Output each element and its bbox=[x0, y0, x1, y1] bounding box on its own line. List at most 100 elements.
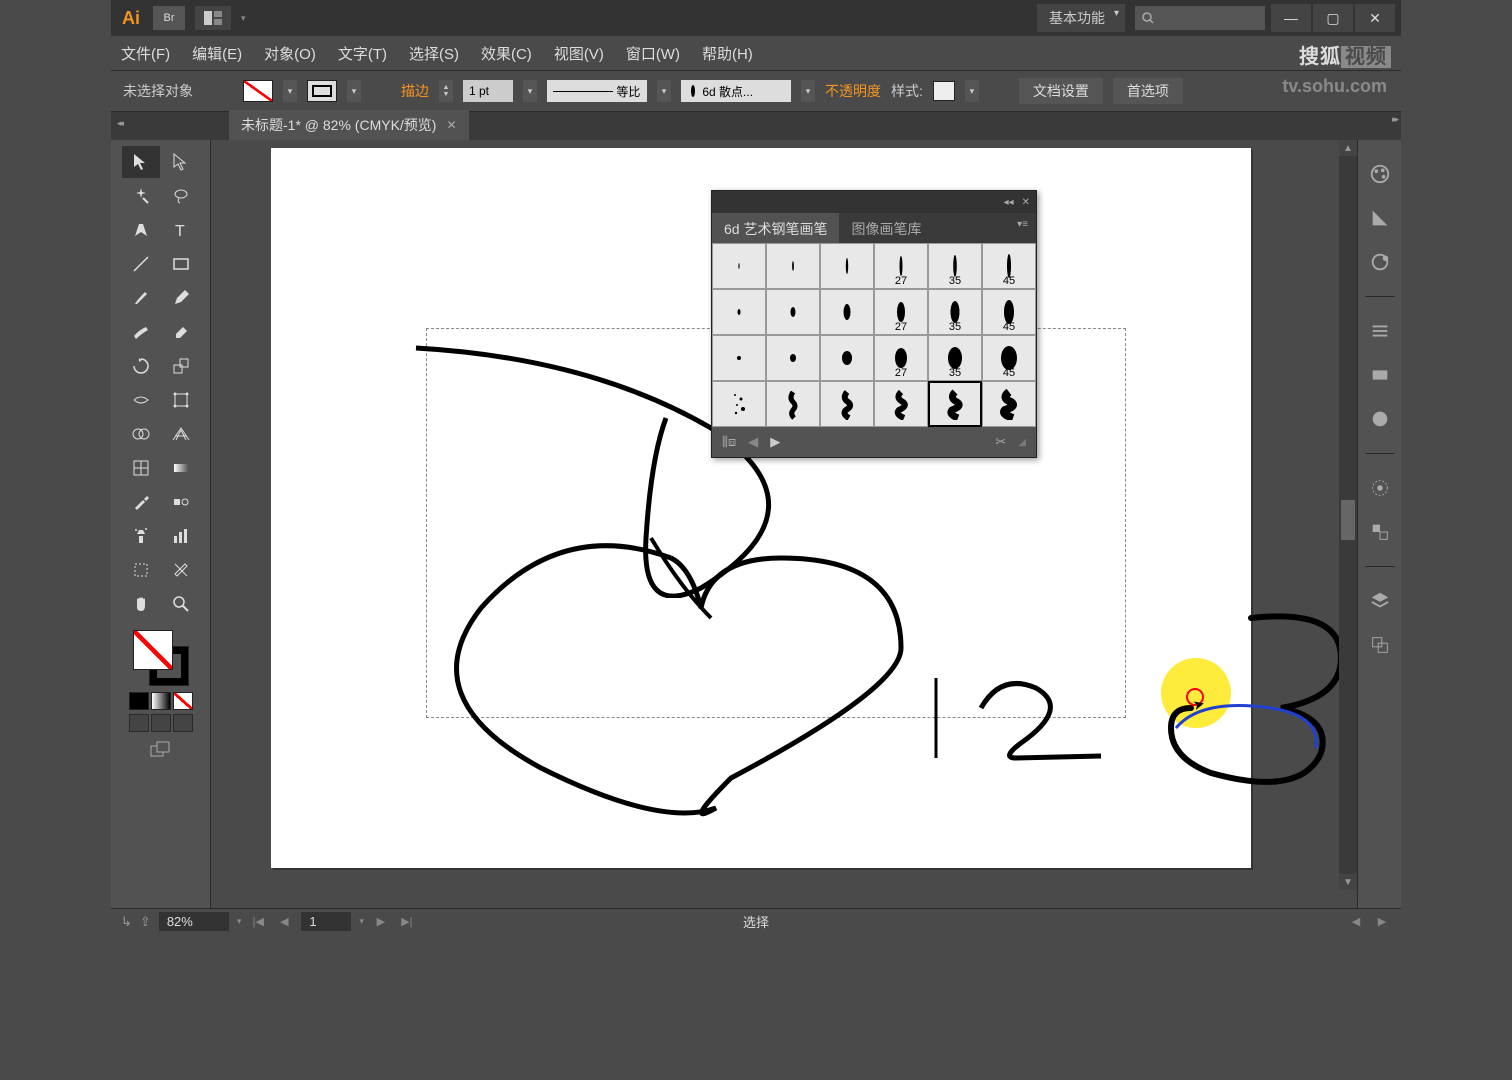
fill-dropdown[interactable]: ▾ bbox=[283, 80, 297, 102]
paintbrush-tool[interactable] bbox=[122, 282, 160, 314]
fill-swatch[interactable] bbox=[243, 80, 273, 102]
appearance-panel-icon[interactable] bbox=[1366, 474, 1394, 502]
brush-swatch[interactable] bbox=[712, 381, 766, 427]
menu-help[interactable]: 帮助(H) bbox=[702, 43, 753, 64]
scissors-icon[interactable]: ✂ bbox=[995, 434, 1006, 450]
next-lib-icon[interactable]: ▶ bbox=[770, 434, 780, 450]
menu-effect[interactable]: 效果(C) bbox=[481, 43, 532, 64]
export-icon[interactable]: ↳ bbox=[121, 914, 132, 930]
zoom-tool[interactable] bbox=[162, 588, 200, 620]
stroke-weight-stepper[interactable]: ▲▼ bbox=[439, 80, 453, 102]
eyedropper-tool[interactable] bbox=[122, 486, 160, 518]
prev-artboard-button[interactable]: ◀ bbox=[275, 913, 293, 931]
hscroll-left[interactable]: ◀ bbox=[1347, 913, 1365, 931]
pencil-tool[interactable] bbox=[162, 282, 200, 314]
color-panel-icon[interactable] bbox=[1366, 160, 1394, 188]
brush-swatch[interactable] bbox=[820, 381, 874, 427]
selection-tool[interactable] bbox=[122, 146, 160, 178]
brush-swatch[interactable] bbox=[712, 335, 766, 381]
symbol-sprayer-tool[interactable] bbox=[122, 520, 160, 552]
gradient-panel-icon[interactable] bbox=[1366, 361, 1394, 389]
menu-object[interactable]: 对象(O) bbox=[264, 43, 316, 64]
transparency-panel-icon[interactable] bbox=[1366, 405, 1394, 433]
prev-lib-icon[interactable]: ◀ bbox=[748, 434, 758, 450]
lasso-tool[interactable] bbox=[162, 180, 200, 212]
menu-select[interactable]: 选择(S) bbox=[409, 43, 459, 64]
direct-selection-tool[interactable] bbox=[162, 146, 200, 178]
screen-mode-button[interactable] bbox=[149, 740, 173, 766]
brush-swatch[interactable]: 27 bbox=[874, 335, 928, 381]
gradient-tool[interactable] bbox=[162, 452, 200, 484]
brush-tab-image-lib[interactable]: 图像画笔库 bbox=[839, 213, 933, 243]
brush-swatch[interactable]: 27 bbox=[874, 289, 928, 335]
brush-swatch[interactable]: 45 bbox=[982, 243, 1036, 289]
scroll-up-icon[interactable]: ▲ bbox=[1339, 140, 1357, 156]
menu-view[interactable]: 视图(V) bbox=[554, 43, 604, 64]
scroll-down-icon[interactable]: ▼ bbox=[1339, 874, 1357, 890]
stroke-dropdown[interactable]: ▾ bbox=[347, 80, 361, 102]
pen-tool[interactable] bbox=[122, 214, 160, 246]
gradient-mode-button[interactable] bbox=[151, 692, 171, 710]
brush-swatch[interactable]: 35 bbox=[928, 243, 982, 289]
width-profile-dropdown[interactable]: ▾ bbox=[657, 80, 671, 102]
first-artboard-button[interactable]: |◀ bbox=[249, 913, 267, 931]
panel-menu-icon[interactable]: ▾≡ bbox=[1009, 213, 1036, 243]
canvas-area[interactable]: ➤ ◂◂ ✕ 6d 艺术钢笔画笔 图像画笔库 ▾≡ 27 bbox=[211, 140, 1357, 908]
artboard-tool[interactable] bbox=[122, 554, 160, 586]
brush-def-dropdown[interactable]: ▾ bbox=[801, 80, 815, 102]
close-tab-icon[interactable]: ✕ bbox=[446, 118, 456, 132]
fill-stroke-control[interactable] bbox=[133, 630, 189, 686]
brush-swatch[interactable] bbox=[820, 289, 874, 335]
brush-swatch[interactable] bbox=[820, 335, 874, 381]
brush-swatch[interactable]: 35 bbox=[928, 289, 982, 335]
hand-tool[interactable] bbox=[122, 588, 160, 620]
brush-tab-6d[interactable]: 6d 艺术钢笔画笔 bbox=[712, 213, 839, 243]
blob-brush-tool[interactable] bbox=[122, 316, 160, 348]
free-transform-tool[interactable] bbox=[162, 384, 200, 416]
brush-swatch[interactable]: 45 bbox=[982, 289, 1036, 335]
menu-edit[interactable]: 编辑(E) bbox=[192, 43, 242, 64]
rectangle-tool[interactable] bbox=[162, 248, 200, 280]
style-dropdown[interactable]: ▾ bbox=[965, 80, 979, 102]
brush-swatch[interactable] bbox=[982, 381, 1036, 427]
style-swatch[interactable] bbox=[933, 81, 955, 101]
none-mode-button[interactable] bbox=[173, 692, 193, 710]
color-mode-button[interactable] bbox=[129, 692, 149, 710]
color-guide-panel-icon[interactable] bbox=[1366, 204, 1394, 232]
perspective-grid-tool[interactable] bbox=[162, 418, 200, 450]
maximize-button[interactable]: ▢ bbox=[1313, 4, 1353, 32]
brush-swatch[interactable]: 45 bbox=[982, 335, 1036, 381]
graphic-styles-panel-icon[interactable] bbox=[1366, 518, 1394, 546]
brush-swatch[interactable] bbox=[874, 381, 928, 427]
line-tool[interactable] bbox=[122, 248, 160, 280]
stroke-label[interactable]: 描边 bbox=[401, 81, 429, 101]
brush-swatch[interactable] bbox=[766, 381, 820, 427]
brush-swatch[interactable]: 35 bbox=[928, 335, 982, 381]
type-tool[interactable]: T bbox=[162, 214, 200, 246]
brush-swatch-selected[interactable] bbox=[928, 381, 982, 427]
last-artboard-button[interactable]: ▶| bbox=[398, 913, 416, 931]
next-artboard-button[interactable]: ▶ bbox=[372, 913, 390, 931]
bridge-button[interactable]: Br bbox=[153, 6, 185, 30]
menu-window[interactable]: 窗口(W) bbox=[626, 43, 680, 64]
rotate-tool[interactable] bbox=[122, 350, 160, 382]
mesh-tool[interactable] bbox=[122, 452, 160, 484]
share-icon[interactable]: ⇪ bbox=[140, 914, 151, 930]
brush-library-panel[interactable]: ◂◂ ✕ 6d 艺术钢笔画笔 图像画笔库 ▾≡ 27 35 45 bbox=[711, 190, 1037, 458]
variable-width-profile[interactable]: 等比 bbox=[547, 80, 647, 102]
close-button[interactable]: ✕ bbox=[1355, 4, 1395, 32]
stroke-weight-field[interactable]: 1 pt bbox=[463, 80, 513, 102]
brush-swatch[interactable] bbox=[766, 289, 820, 335]
menu-file[interactable]: 文件(F) bbox=[121, 43, 170, 64]
brush-definition-field[interactable]: 6d 散点... bbox=[681, 80, 791, 102]
brush-swatch[interactable] bbox=[820, 243, 874, 289]
brush-swatch[interactable]: 27 bbox=[874, 243, 928, 289]
preferences-button[interactable]: 首选项 bbox=[1113, 78, 1183, 104]
arrange-docs-button[interactable] bbox=[195, 6, 231, 30]
brush-swatch[interactable] bbox=[766, 335, 820, 381]
kuler-panel-icon[interactable] bbox=[1366, 248, 1394, 276]
panel-collapse-icon[interactable]: ◂◂ bbox=[1004, 197, 1014, 208]
blend-tool[interactable] bbox=[162, 486, 200, 518]
artboards-panel-icon[interactable] bbox=[1366, 631, 1394, 659]
vertical-scrollbar[interactable]: ▲ ▼ bbox=[1339, 140, 1357, 890]
